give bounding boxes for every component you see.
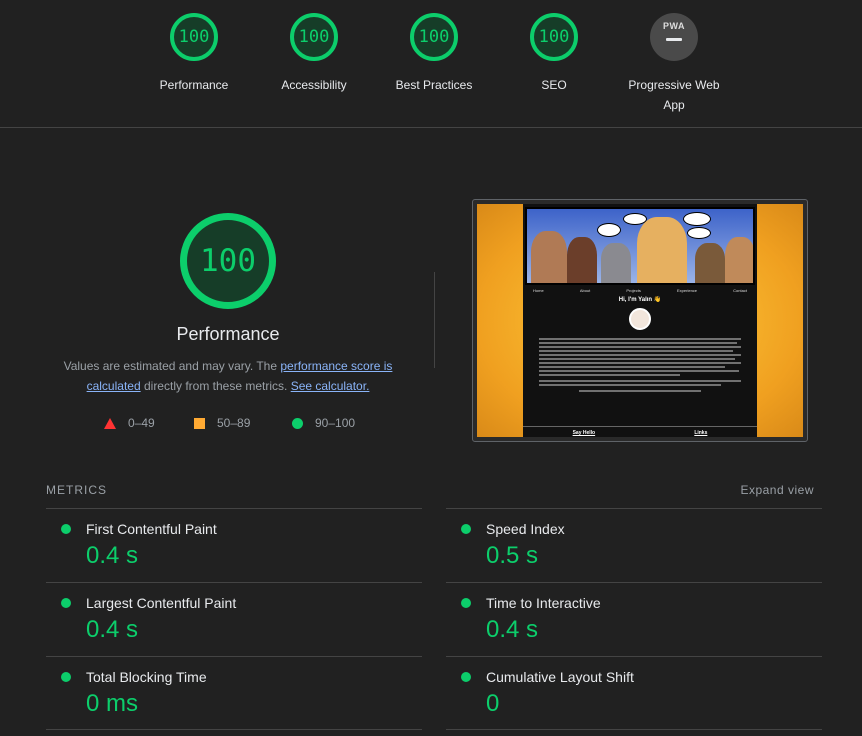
nav-item: Projects [626, 288, 641, 293]
score-label: Best Practices [395, 78, 473, 92]
legend-range: 0–49 [128, 416, 155, 430]
metric-first-contentful-paint: First Contentful Paint 0.4 s [46, 508, 422, 582]
metric-speed-index: Speed Index 0.5 s [446, 508, 822, 582]
nav-item: Experience [677, 288, 698, 293]
description-text: directly from these metrics. [140, 379, 291, 393]
metric-name: Total Blocking Time [86, 669, 207, 685]
metrics-divider [46, 729, 422, 730]
score-label: Progressive Web App [614, 75, 734, 115]
avatar [629, 308, 651, 330]
metric-name: Cumulative Layout Shift [486, 669, 634, 685]
score-ring: 100 [170, 13, 218, 61]
nav-item: Home [533, 288, 544, 293]
metrics-divider [446, 729, 822, 730]
legend-fail: 0–49 [104, 416, 155, 430]
pass-indicator-icon [61, 672, 71, 682]
footer-link: Say Hello [572, 430, 596, 436]
screenshot-image: Home About Projects Experience Contact H… [477, 204, 803, 437]
pwa-badge-text: PWA [662, 21, 685, 31]
screenshot-footer: Say Hello Links [523, 426, 757, 437]
pwa-label-line1: Progressive Web [628, 78, 720, 92]
metric-name: Speed Index [486, 521, 565, 537]
score-gauge-seo[interactable]: 100 SEO [494, 13, 614, 95]
pwa-badge-icon: PWA [650, 13, 698, 61]
pass-indicator-icon [61, 598, 71, 608]
score-ring: 100 [410, 13, 458, 61]
metric-name: Time to Interactive [486, 595, 601, 611]
see-calculator-link[interactable]: See calculator. [291, 379, 370, 393]
performance-description: Values are estimated and may vary. The p… [56, 356, 400, 396]
score-ring: 100 [290, 13, 338, 61]
nav-item: Contact [733, 288, 747, 293]
pass-indicator-icon [461, 598, 471, 608]
screenshot-nav: Home About Projects Experience Contact [533, 288, 747, 293]
comic-banner-image [525, 207, 755, 285]
screenshot-greeting: Hi, I'm Yalın 👋 [618, 297, 662, 303]
screenshot-page: Home About Projects Experience Contact H… [523, 204, 757, 437]
pass-indicator-icon [461, 524, 471, 534]
pwa-dash-icon [666, 38, 682, 41]
metric-name: First Contentful Paint [86, 521, 217, 537]
score-ring: 100 [530, 13, 578, 61]
square-average-icon [194, 417, 205, 429]
metric-largest-contentful-paint: Largest Contentful Paint 0.4 s [46, 582, 422, 656]
score-label: Accessibility [281, 78, 347, 92]
pwa-label-line2: App [663, 98, 685, 112]
metric-name: Largest Contentful Paint [86, 595, 237, 611]
score-gauge-accessibility[interactable]: 100 Accessibility [254, 13, 374, 95]
footer-link: Links [694, 430, 708, 436]
metric-value: 0.4 s [86, 616, 139, 643]
score-gauge-performance[interactable]: 100 Performance [134, 13, 254, 95]
performance-title: Performance [176, 324, 280, 344]
circle-pass-icon [292, 417, 303, 429]
metric-value: 0.4 s [486, 616, 539, 643]
score-summary-bar: 100 Performance 100 Accessibility 100 Be… [0, 0, 862, 128]
screenshot-paragraph [539, 338, 741, 394]
pass-indicator-icon [461, 672, 471, 682]
metric-total-blocking-time: Total Blocking Time 0 ms [46, 656, 422, 730]
description-text: Values are estimated and may vary. The [63, 359, 281, 373]
score-label: SEO [541, 78, 567, 92]
pass-indicator-icon [61, 524, 71, 534]
metrics-header: METRICS Expand view [46, 480, 822, 500]
nav-item: About [579, 288, 591, 293]
metric-value: 0.5 s [486, 542, 539, 569]
metric-value: 0.4 s [86, 542, 139, 569]
expand-view-toggle[interactable]: Expand view [740, 483, 814, 497]
metric-cumulative-layout-shift: Cumulative Layout Shift 0 [446, 656, 822, 730]
metric-value: 0 [486, 690, 500, 717]
metrics-title: METRICS [46, 483, 107, 497]
score-gauge-best-practices[interactable]: 100 Best Practices [374, 13, 494, 95]
legend-range: 90–100 [315, 416, 356, 430]
legend-average: 50–89 [194, 416, 250, 430]
legend-range: 50–89 [217, 416, 251, 430]
vertical-divider [434, 272, 435, 368]
metric-time-to-interactive: Time to Interactive 0.4 s [446, 582, 822, 656]
metric-value: 0 ms [86, 690, 139, 717]
final-screenshot[interactable]: Home About Projects Experience Contact H… [472, 199, 808, 442]
performance-score-gauge: 100 [180, 213, 276, 309]
triangle-fail-icon [104, 417, 116, 429]
score-label: Performance [159, 78, 229, 92]
score-gauge-pwa[interactable]: PWA Progressive Web App [614, 13, 734, 115]
legend-pass: 90–100 [292, 416, 355, 430]
